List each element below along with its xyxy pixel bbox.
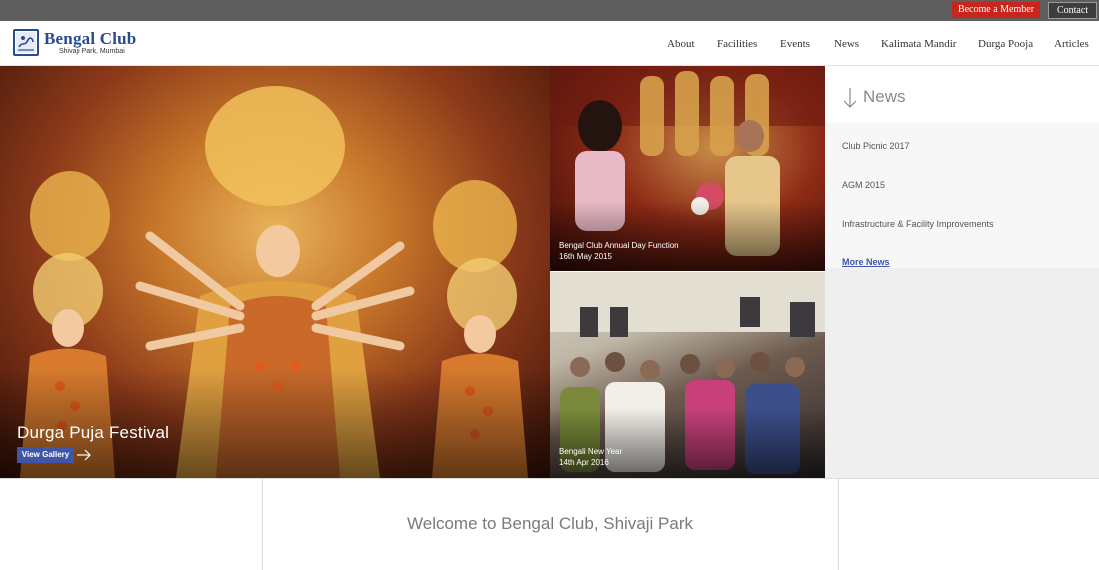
tile-caption-date: 16th May 2015 (559, 252, 612, 261)
contact-button[interactable]: Contact (1048, 2, 1097, 19)
nav-events[interactable]: Events (780, 38, 810, 50)
tile-bengali-new-year[interactable]: Bengali New Year 14th Apr 2016 (550, 272, 825, 478)
top-bar: Become a Member Contact (0, 0, 1099, 21)
logo-name[interactable]: Bengal Club (44, 29, 136, 49)
site-header: Bengal Club Shivaji Park, Mumbai About F… (0, 21, 1099, 66)
news-list: Club Picnic 2017 AGM 2015 Infrastructure… (825, 123, 1099, 268)
hero-title: Durga Puja Festival (17, 423, 170, 442)
news-panel: News Club Picnic 2017 AGM 2015 Infrastru… (825, 66, 1099, 478)
nav-articles[interactable]: Articles (1054, 38, 1089, 50)
news-item-agm[interactable]: AGM 2015 (842, 180, 885, 190)
tile-caption-title: Bengal Club Annual Day Function (559, 241, 679, 250)
nav-news[interactable]: News (834, 38, 859, 50)
more-news-link[interactable]: More News (842, 257, 890, 267)
divider (838, 479, 839, 570)
arrow-right-icon[interactable] (76, 447, 92, 463)
arrow-down-icon (842, 87, 858, 109)
nav-facilities[interactable]: Facilities (717, 38, 757, 50)
hero-durga-puja-image[interactable]: Durga Puja Festival View Gallery (0, 66, 550, 478)
club-logo-icon[interactable] (13, 29, 39, 56)
logo-subtitle: Shivaji Park, Mumbai (59, 48, 125, 55)
become-member-button[interactable]: Become a Member (952, 2, 1040, 18)
news-item-infrastructure[interactable]: Infrastructure & Facility Improvements (842, 219, 994, 229)
nav-kalimata-mandir[interactable]: Kalimata Mandir (881, 38, 956, 50)
view-gallery-button[interactable]: View Gallery (17, 447, 74, 463)
nav-about[interactable]: About (667, 38, 695, 50)
tile-caption-date: 14th Apr 2016 (559, 458, 609, 467)
tile-annual-day[interactable]: Bengal Club Annual Day Function 16th May… (550, 66, 825, 271)
welcome-heading: Welcome to Bengal Club, Shivaji Park (407, 514, 693, 533)
club-emblem-icon (16, 32, 36, 53)
welcome-section: Welcome to Bengal Club, Shivaji Park (0, 478, 1099, 570)
nav-durga-pooja[interactable]: Durga Pooja (978, 38, 1033, 50)
news-item-club-picnic[interactable]: Club Picnic 2017 (842, 141, 910, 151)
tile-caption-title: Bengali New Year (559, 447, 623, 456)
news-header: News (825, 66, 1099, 123)
news-title: News (863, 87, 906, 106)
